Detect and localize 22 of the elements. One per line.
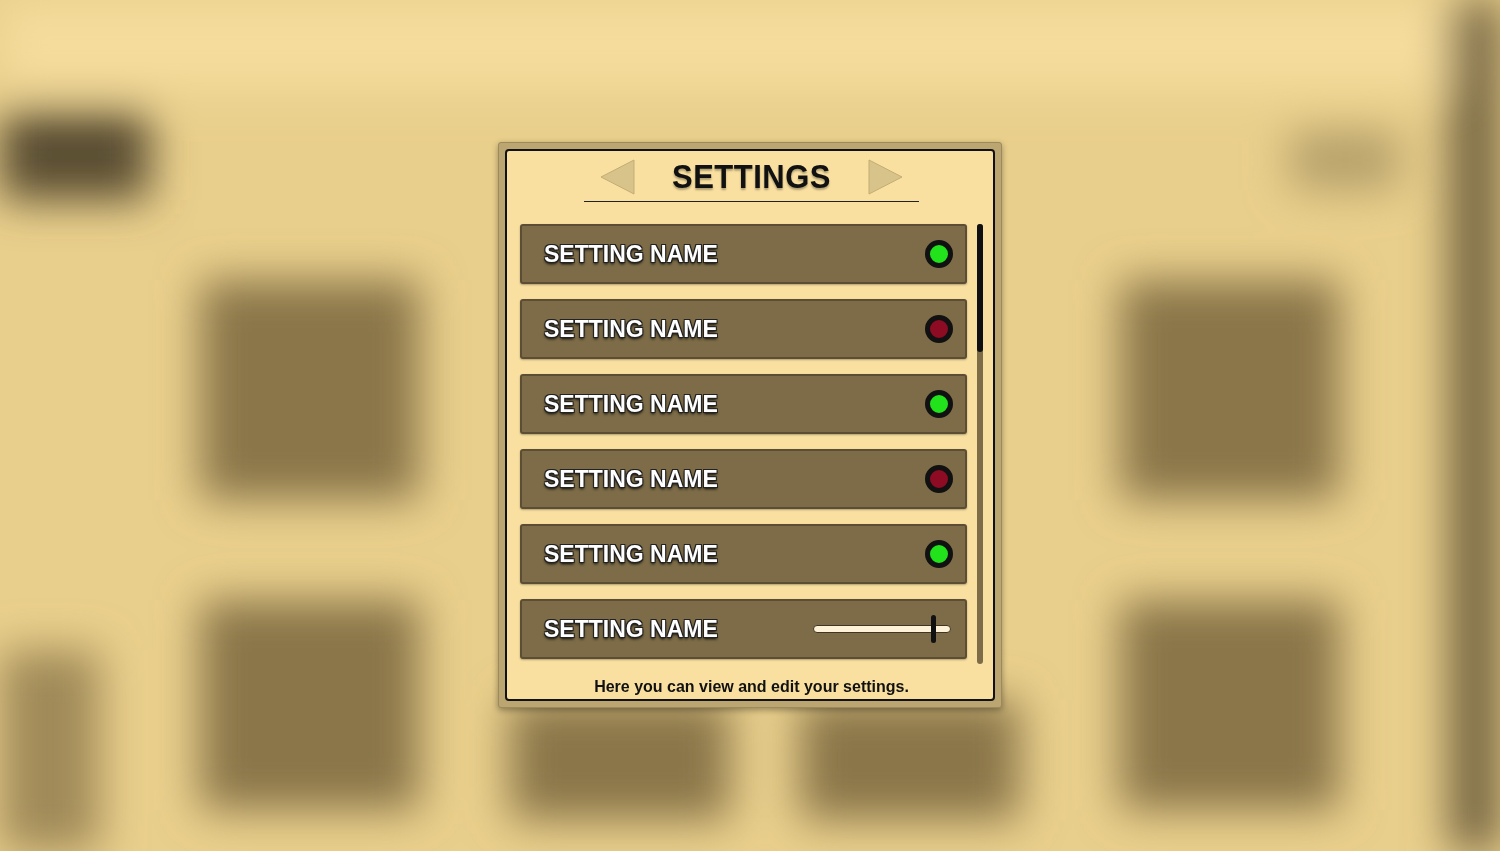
toggle-light[interactable] [925,315,953,343]
setting-name: SETTING NAME [544,465,718,493]
setting-name: SETTING NAME [544,240,718,268]
setting-name: SETTING NAME [544,390,718,418]
slider[interactable] [811,615,951,643]
scrollbar[interactable] [977,224,983,664]
setting-row[interactable]: SETTING NAME [520,374,967,434]
window-title: SETTINGS [672,157,831,197]
setting-name: SETTING NAME [544,315,718,343]
toggle-light[interactable] [925,390,953,418]
slider-thumb[interactable] [931,615,937,643]
setting-row[interactable]: SETTING NAME [520,524,967,584]
toggle-light[interactable] [925,540,953,568]
setting-row[interactable]: SETTING NAME [520,599,967,659]
setting-name: SETTING NAME [544,615,718,643]
footer-text: Here you can view and edit your settings. [593,678,910,696]
toggle-light[interactable] [925,465,953,493]
setting-row[interactable]: SETTING NAME [520,449,967,509]
setting-row[interactable]: SETTING NAME [520,299,967,359]
setting-row[interactable]: SETTING NAME [520,224,967,284]
toggle-light[interactable] [925,240,953,268]
setting-name: SETTING NAME [544,540,718,568]
